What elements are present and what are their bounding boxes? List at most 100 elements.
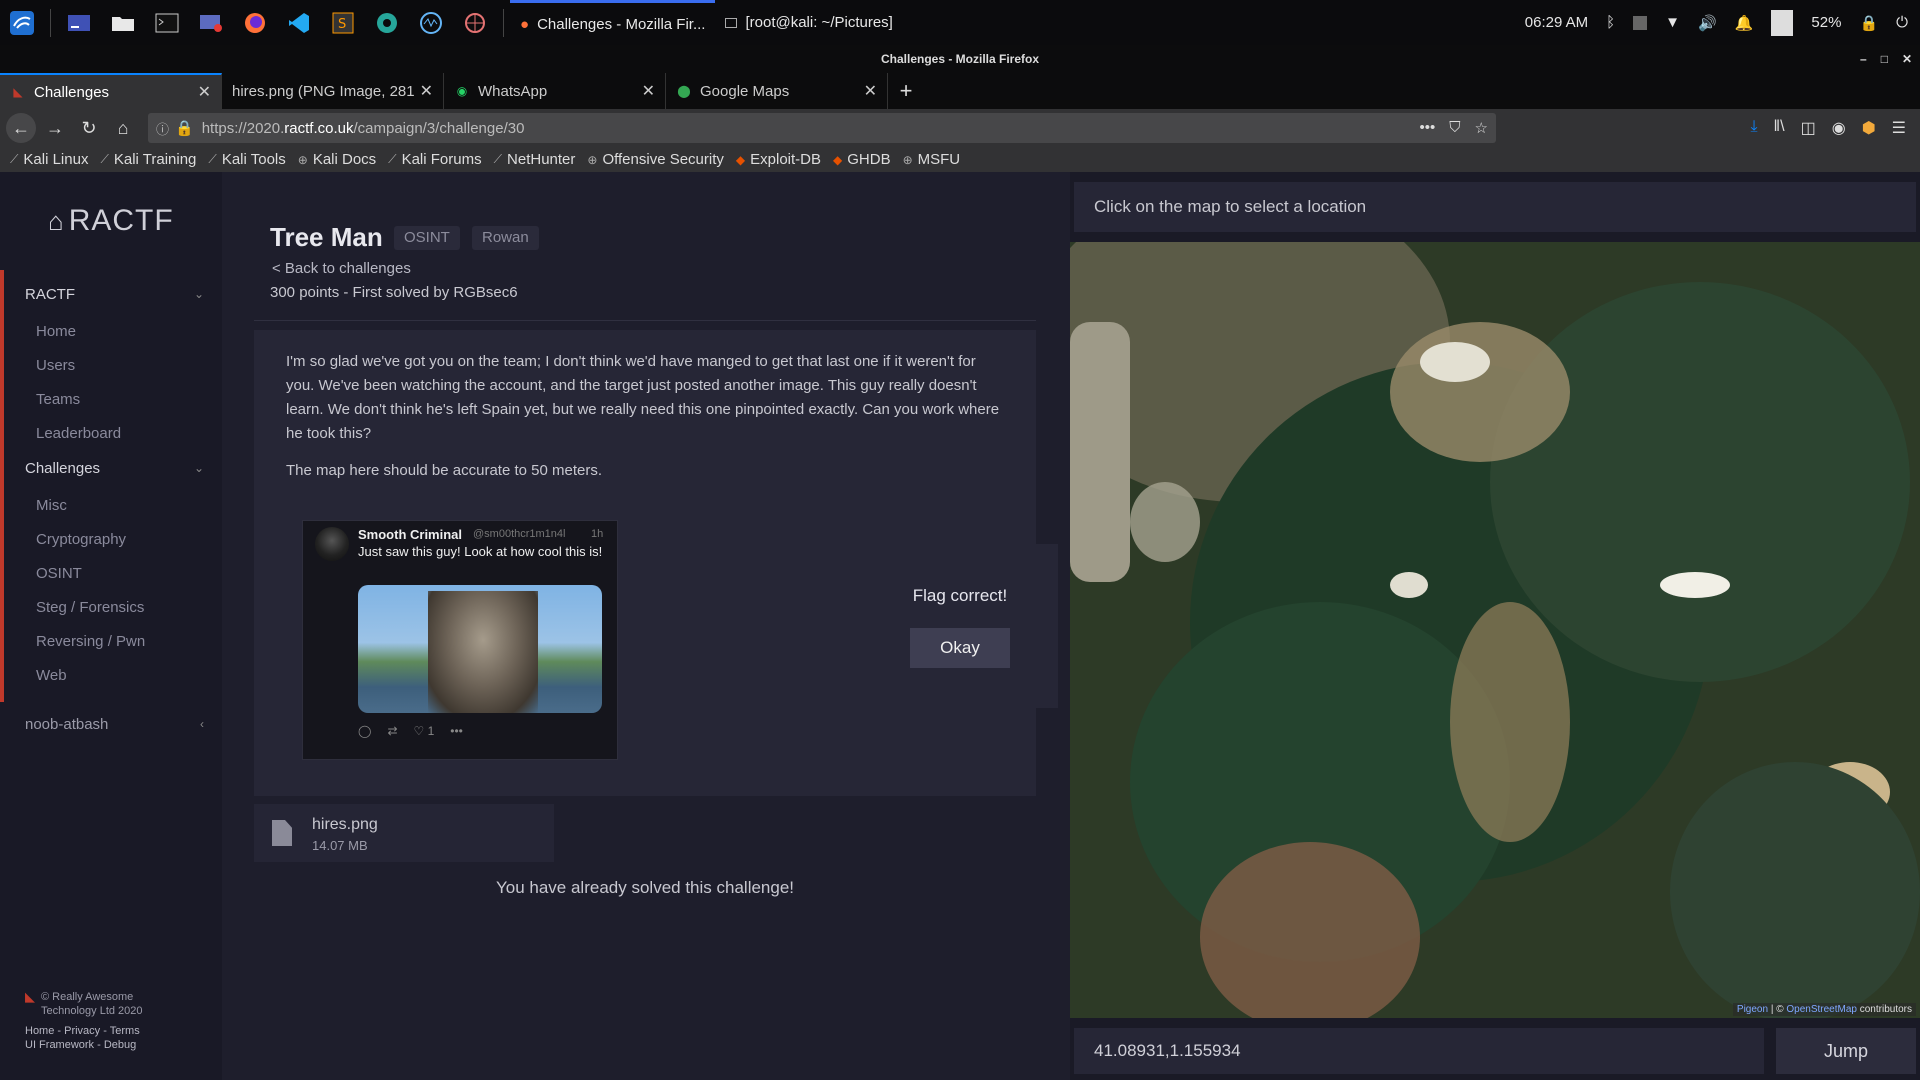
sidebar-item-leaderboard[interactable]: Leaderboard (0, 416, 222, 450)
sidebar-header-ractf[interactable]: RACTF ⌄ (0, 274, 222, 314)
sidebar-item-home[interactable]: Home (0, 314, 222, 348)
lock-icon[interactable]: 🔒 (1859, 14, 1878, 32)
sidebar-item-web[interactable]: Web (0, 658, 222, 692)
account-icon[interactable]: ◉ (1832, 118, 1846, 138)
page-actions-icon[interactable]: ••• (1420, 119, 1436, 137)
sidebar-item-misc[interactable]: Misc (0, 488, 222, 522)
app-tray-icon[interactable] (1633, 15, 1648, 30)
notifications-icon[interactable]: 🔔 (1735, 14, 1754, 32)
new-tab-button[interactable]: + (888, 73, 924, 109)
like-icon[interactable]: ♡ 1 (414, 724, 435, 738)
reload-icon[interactable]: ↻ (74, 113, 104, 143)
terminal-icon[interactable] (153, 9, 181, 37)
bookmark-kali-tools[interactable]: ⟋ Kali Tools (208, 151, 285, 168)
bookmark-nethunter[interactable]: ⟋ NetHunter (494, 151, 576, 168)
downloads-icon[interactable]: ⤓ (1750, 118, 1757, 138)
sidebar-item-osint[interactable]: OSINT (0, 556, 222, 590)
attribution-osm-link[interactable]: OpenStreetMap (1786, 1004, 1857, 1015)
dialog-message: Flag correct! (912, 586, 1008, 605)
close-tab-icon[interactable]: ✕ (642, 81, 655, 101)
url-bar[interactable]: ⓘ 🔒 https://2020.ractf.co.uk/campaign/3/… (148, 113, 1496, 143)
sidebar-toggle-icon[interactable]: ◫ (1801, 118, 1816, 138)
maximize-icon[interactable]: □ (1881, 45, 1888, 73)
bookmark-kali-docs[interactable]: ⊕ Kali Docs (298, 151, 376, 168)
bookmark-kali-training[interactable]: ⟋ Kali Training (100, 151, 196, 168)
close-tab-icon[interactable]: ✕ (198, 82, 211, 102)
footer-links[interactable]: Home - Privacy - Terms (25, 1024, 143, 1038)
file-attachment[interactable]: hires.png 14.07 MB (254, 804, 554, 862)
taskbar-window-firefox[interactable]: ● Challenges - Mozilla Fir... (510, 0, 716, 45)
sidebar-item-users[interactable]: Users (0, 348, 222, 382)
bookmark-exploit-db[interactable]: ◆ Exploit-DB (736, 151, 821, 168)
bookmark-ghdb[interactable]: ◆ GHDB (833, 151, 891, 168)
bookmark-msfu[interactable]: ⊕ MSFU (903, 151, 961, 168)
menu-hamburger-icon[interactable]: ☰ (1892, 118, 1906, 138)
info-icon[interactable]: ⓘ (156, 119, 169, 138)
file-size: 14.07 MB (312, 838, 368, 853)
wifi-icon[interactable]: ▼ (1665, 14, 1680, 31)
sidebar-item-reversing-pwn[interactable]: Reversing / Pwn (0, 624, 222, 658)
coordinates-input[interactable]: 41.08931,1.155934 (1074, 1028, 1764, 1074)
burp-icon[interactable] (461, 9, 489, 37)
back-to-challenges-link[interactable]: < Back to challenges (272, 260, 411, 277)
tab-google-maps[interactable]: ⬤ Google Maps ✕ (666, 73, 888, 109)
sidebar-item-steg-forensics[interactable]: Steg / Forensics (0, 590, 222, 624)
clock[interactable]: 06:29 AM (1525, 14, 1588, 31)
reply-icon[interactable]: ◯ (358, 724, 371, 738)
files-icon[interactable] (109, 9, 137, 37)
close-tab-icon[interactable]: ✕ (864, 81, 877, 101)
footer-links-2[interactable]: UI Framework - Debug (25, 1038, 143, 1052)
close-window-icon[interactable]: ✕ (1902, 45, 1912, 73)
minimize-icon[interactable]: – (1860, 45, 1867, 73)
jump-button[interactable]: Jump (1776, 1028, 1916, 1074)
solved-message: You have already solved this challenge! (495, 878, 795, 897)
ractf-logo-icon: ⌂ (48, 206, 65, 236)
tab-whatsapp[interactable]: ◉ WhatsApp ✕ (444, 73, 666, 109)
sidebar-header-user[interactable]: noob-atbash ‹ (0, 704, 222, 744)
bookmark-star-icon[interactable]: ☆ (1475, 119, 1488, 137)
firefox-icon[interactable] (241, 9, 269, 37)
flag-correct-dialog: Flag correct! Okay (862, 544, 1058, 708)
power-icon[interactable]: ⏻ (1896, 14, 1908, 31)
battery-icon[interactable] (1771, 9, 1794, 36)
bluetooth-icon[interactable]: ᛒ (1606, 14, 1615, 31)
monitor-tool-icon[interactable] (417, 9, 445, 37)
okay-button[interactable]: Okay (910, 628, 1010, 668)
kali-menu-icon[interactable] (8, 9, 36, 37)
bookmark-kali-linux[interactable]: ⟋ Kali Linux (10, 151, 88, 168)
tab-hires-image[interactable]: hires.png (PNG Image, 2817 ✕ (222, 73, 444, 109)
sidebar-item-teams[interactable]: Teams (0, 382, 222, 416)
network-tool-icon[interactable] (373, 9, 401, 37)
back-arrow-icon[interactable]: ← (6, 113, 36, 143)
url-text: https://2020.ractf.co.uk/campaign/3/chal… (201, 119, 525, 137)
close-tab-icon[interactable]: ✕ (420, 81, 433, 101)
screen-recorder-icon[interactable] (197, 9, 225, 37)
sidebar-item-cryptography[interactable]: Cryptography (0, 522, 222, 556)
window-title: Challenges - Mozilla Firefox (880, 52, 1040, 66)
home-icon[interactable]: ⌂ (108, 113, 138, 143)
sidebar-header-challenges[interactable]: Challenges ⌄ (0, 448, 222, 488)
tab-challenges[interactable]: ◣ Challenges ✕ (0, 73, 222, 109)
workspace-icon[interactable] (65, 9, 93, 37)
library-icon[interactable]: ‖\ (1774, 118, 1785, 138)
attribution-pigeon-link[interactable]: Pigeon (1737, 1004, 1768, 1015)
points-info: 300 points - First solved by RGBsec6 (270, 284, 518, 301)
tweet-image[interactable] (358, 585, 602, 713)
kali-dragon-icon: ⟋ (10, 152, 19, 166)
forward-arrow-icon[interactable]: → (40, 113, 70, 143)
satellite-map[interactable]: Pigeon | © OpenStreetMap contributors (1070, 242, 1920, 1018)
vscode-icon[interactable] (285, 9, 313, 37)
bookmark-kali-forums[interactable]: ⟋ Kali Forums (388, 151, 481, 168)
more-icon[interactable]: ••• (450, 724, 463, 738)
tweet-actions: ◯ ⇄ ♡ 1 ••• (358, 724, 463, 738)
tag-category: OSINT (394, 226, 460, 250)
ractf-logo[interactable]: ⌂ RACTF (48, 204, 174, 238)
ractf-small-logo-icon: ◣ (25, 989, 35, 1004)
bookmark-offensive-security[interactable]: ⊕ Offensive Security (587, 151, 724, 168)
sublime-icon[interactable]: S (329, 9, 357, 37)
pocket-icon[interactable]: ⛉ (1449, 119, 1460, 137)
taskbar-window-terminal[interactable]: [root@kali: ~/Pictures] (715, 0, 902, 45)
retweet-icon[interactable]: ⇄ (387, 724, 397, 738)
volume-icon[interactable]: 🔊 (1698, 14, 1717, 32)
extension-icon[interactable]: ⬢ (1862, 118, 1876, 138)
